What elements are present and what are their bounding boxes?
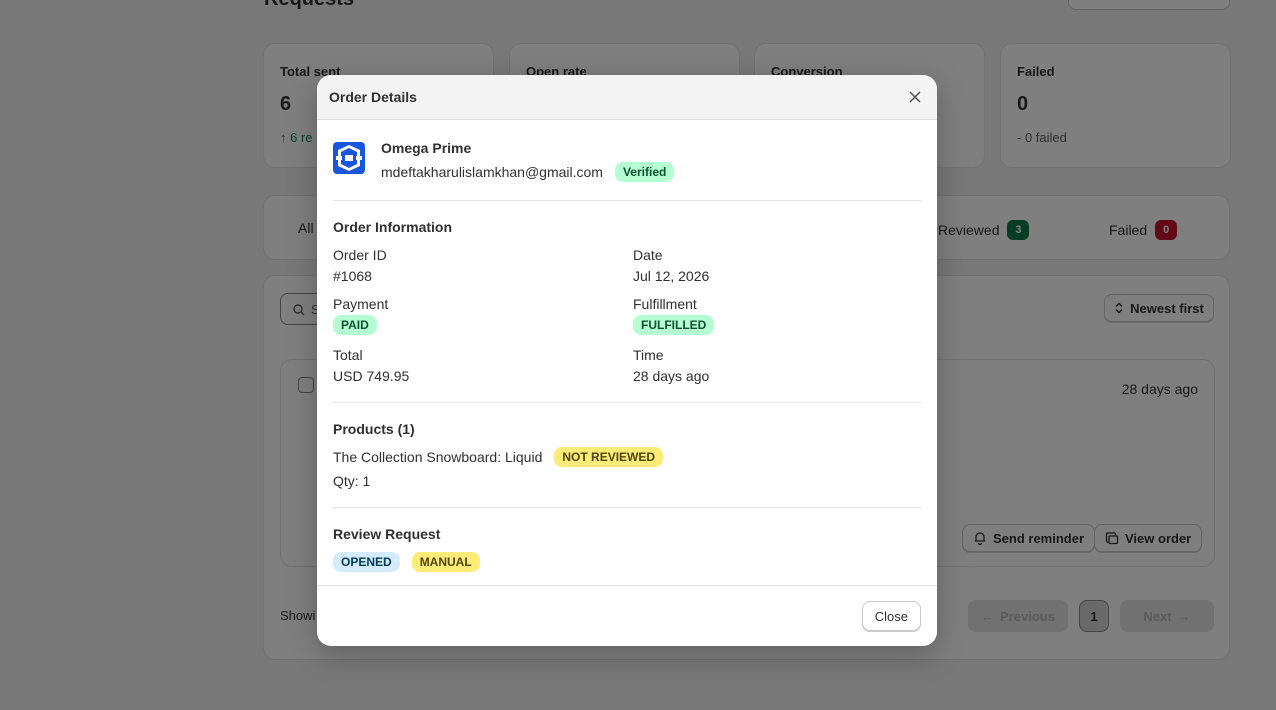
brand-logo-icon xyxy=(333,142,365,174)
fulfillment-label: Fulfillment xyxy=(633,296,697,312)
request-type-badge: MANUAL xyxy=(411,552,480,572)
time-label: Time xyxy=(633,347,664,363)
section-title: Products (1) xyxy=(333,421,415,437)
payment-status-badge: PAID xyxy=(333,315,377,335)
total-label: Total xyxy=(333,347,363,363)
fulfillment-status-badge: FULFILLED xyxy=(633,315,715,335)
close-button[interactable]: Close xyxy=(861,601,921,631)
date-value: Jul 12, 2026 xyxy=(633,268,710,284)
section-title: Review Request xyxy=(333,526,441,542)
customer-info: Omega Prime mdeftakharulislamkhan@gmail.… xyxy=(333,120,921,201)
request-status-badge: OPENED xyxy=(333,552,400,572)
order-information-section: Order Information Order ID #1068 Date Ju… xyxy=(333,201,921,403)
close-icon[interactable] xyxy=(905,87,925,107)
order-id-value: #1068 xyxy=(333,268,372,284)
time-value: 28 days ago xyxy=(633,368,710,384)
order-details-modal: Order Details Omega Prime mdeftakharulis… xyxy=(317,75,937,646)
date-label: Date xyxy=(633,247,663,263)
modal-footer: Close xyxy=(317,585,937,646)
review-status-badge: NOT REVIEWED xyxy=(554,447,664,467)
section-title: Order Information xyxy=(333,219,453,235)
review-request-section: Review Request OPENED MANUAL xyxy=(333,508,921,590)
verified-badge: Verified xyxy=(614,162,675,182)
modal-header: Order Details xyxy=(317,75,937,120)
total-value: USD 749.95 xyxy=(333,368,410,384)
order-id-label: Order ID xyxy=(333,247,387,263)
list-item: The Collection Snowboard: Liquid NOT REV… xyxy=(333,447,921,467)
payment-label: Payment xyxy=(333,296,389,312)
modal-title: Order Details xyxy=(329,89,417,105)
products-section: Products (1) The Collection Snowboard: L… xyxy=(333,403,921,508)
product-name: The Collection Snowboard: Liquid xyxy=(333,449,543,465)
modal-body: Omega Prime mdeftakharulislamkhan@gmail.… xyxy=(317,120,937,590)
customer-email: mdeftakharulislamkhan@gmail.com xyxy=(381,164,603,180)
product-quantity: Qty: 1 xyxy=(333,473,371,489)
customer-name: Omega Prime xyxy=(381,140,472,156)
